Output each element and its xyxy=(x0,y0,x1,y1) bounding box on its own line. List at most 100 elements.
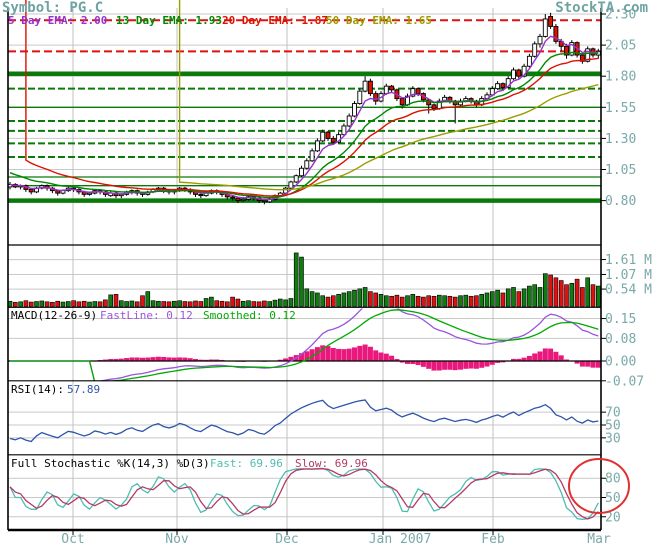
volume-bar-up xyxy=(596,286,600,306)
stoch-slow-value: Slow: 69.96 xyxy=(295,458,368,469)
macd-histogram-bar xyxy=(543,348,548,361)
volume-bar-up xyxy=(533,285,537,307)
volume-bar-down xyxy=(565,285,569,307)
macd-smoothed-line xyxy=(10,310,598,383)
volume-bar-up xyxy=(172,301,176,306)
volume-bar-up xyxy=(93,302,97,307)
volume-bar-down xyxy=(194,301,198,307)
volume-bar-up xyxy=(209,297,213,306)
volume-bar-up xyxy=(151,301,155,307)
volume-bar-down xyxy=(549,275,553,306)
candle-up xyxy=(294,176,298,182)
volume-bar-up xyxy=(496,290,500,306)
candle-down xyxy=(262,201,266,202)
candle-down xyxy=(501,84,505,88)
macd-panel-title: MACD(12-26-9) xyxy=(11,310,97,321)
month-label: Oct xyxy=(61,532,84,546)
macd-axis-tick: 0.15 xyxy=(605,312,636,327)
volume-bar-down xyxy=(24,301,28,307)
volume-bar-up xyxy=(61,302,65,306)
candle-down xyxy=(549,16,553,26)
candle-down xyxy=(236,198,240,200)
volume-bar-down xyxy=(580,287,584,306)
candle-down xyxy=(432,105,436,109)
volume-bar-up xyxy=(247,301,251,307)
volume-bar-down xyxy=(448,296,452,306)
candle-up xyxy=(533,44,537,56)
volume-bar-down xyxy=(331,296,335,307)
macd-histogram-bar xyxy=(474,361,479,369)
volume-bar-up xyxy=(527,286,531,306)
rsi-axis-tick: 30 xyxy=(605,431,621,446)
macd-histogram-bar xyxy=(389,356,394,361)
month-label: Nov xyxy=(165,532,189,546)
macd-axis-tick: -0.07 xyxy=(605,374,644,389)
ema5-legend-item: 5 Day EMA: 2.00 xyxy=(8,15,107,26)
volume-bar-down xyxy=(432,296,436,306)
volume-bar-up xyxy=(66,302,70,307)
macd-histogram-bar xyxy=(352,347,357,361)
volume-bar-down xyxy=(453,297,457,306)
stoch-slow-line xyxy=(10,469,598,519)
macd-histogram-bar xyxy=(416,361,421,365)
stoch-fast-line xyxy=(10,468,598,519)
macd-histogram-bar xyxy=(437,361,442,370)
macd-histogram-bar xyxy=(432,361,437,371)
macd-fastline xyxy=(10,304,598,382)
volume-bar-up xyxy=(315,293,319,307)
volume-bar-up xyxy=(480,294,484,306)
stoch-panel-title: Full Stochastic %K(14,3) %D(3) xyxy=(11,458,210,469)
volume-bar-down xyxy=(114,294,118,306)
volume-bar-down xyxy=(82,301,86,306)
candle-up xyxy=(61,191,65,193)
volume-bar-down xyxy=(368,292,372,307)
volume-bar-up xyxy=(35,302,39,307)
volume-bar-up xyxy=(490,292,494,307)
volume-axis-tick: 1.07 M xyxy=(605,268,652,283)
volume-bar-up xyxy=(119,301,123,307)
price-axis-tick: 0.80 xyxy=(605,194,636,209)
macd-histogram-bar xyxy=(479,361,484,368)
volume-bar-down xyxy=(395,295,399,306)
macd-histogram-bar xyxy=(527,356,532,361)
volume-bar-up xyxy=(178,301,182,307)
volume-bar-down xyxy=(400,297,404,306)
volume-bar-down xyxy=(199,302,203,307)
candle-up xyxy=(310,151,314,161)
candle-down xyxy=(29,189,33,191)
volume-bar-down xyxy=(554,278,558,307)
candle-up xyxy=(496,84,500,89)
candle-up xyxy=(538,36,542,43)
volume-bar-up xyxy=(406,296,410,307)
volume-bar-down xyxy=(374,293,378,307)
macd-histogram-bar xyxy=(357,346,362,361)
volume-bar-down xyxy=(50,302,54,306)
candle-down xyxy=(231,197,235,198)
macd-histogram-bar xyxy=(559,355,564,361)
price-axis-tick: 2.05 xyxy=(605,39,636,54)
macd-histogram-bar xyxy=(336,349,341,361)
macd-histogram-bar xyxy=(447,361,452,370)
volume-bar-up xyxy=(300,257,304,306)
candle-up xyxy=(358,91,362,103)
candle-up xyxy=(527,56,531,66)
volume-bar-down xyxy=(231,297,235,306)
candle-down xyxy=(517,70,521,76)
volume-bar-down xyxy=(141,296,145,307)
volume-bar-up xyxy=(289,298,293,306)
volume-bar-up xyxy=(284,300,288,307)
volume-bar-up xyxy=(443,296,447,307)
volume-bar-down xyxy=(390,296,394,306)
volume-bar-up xyxy=(586,278,590,307)
stoch-fast-value: Fast: 69.96 xyxy=(210,458,283,469)
volume-bar-up xyxy=(353,290,357,306)
volume-bar-down xyxy=(215,301,219,307)
candle-up xyxy=(300,168,304,175)
volume-bar-up xyxy=(411,294,415,306)
volume-bar-up xyxy=(130,301,134,307)
candle-down xyxy=(331,138,335,142)
volume-bar-down xyxy=(98,302,102,307)
stoch-axis-tick: 50 xyxy=(605,491,621,506)
volume-bar-up xyxy=(506,289,510,307)
macd-histogram-bar xyxy=(341,349,346,361)
